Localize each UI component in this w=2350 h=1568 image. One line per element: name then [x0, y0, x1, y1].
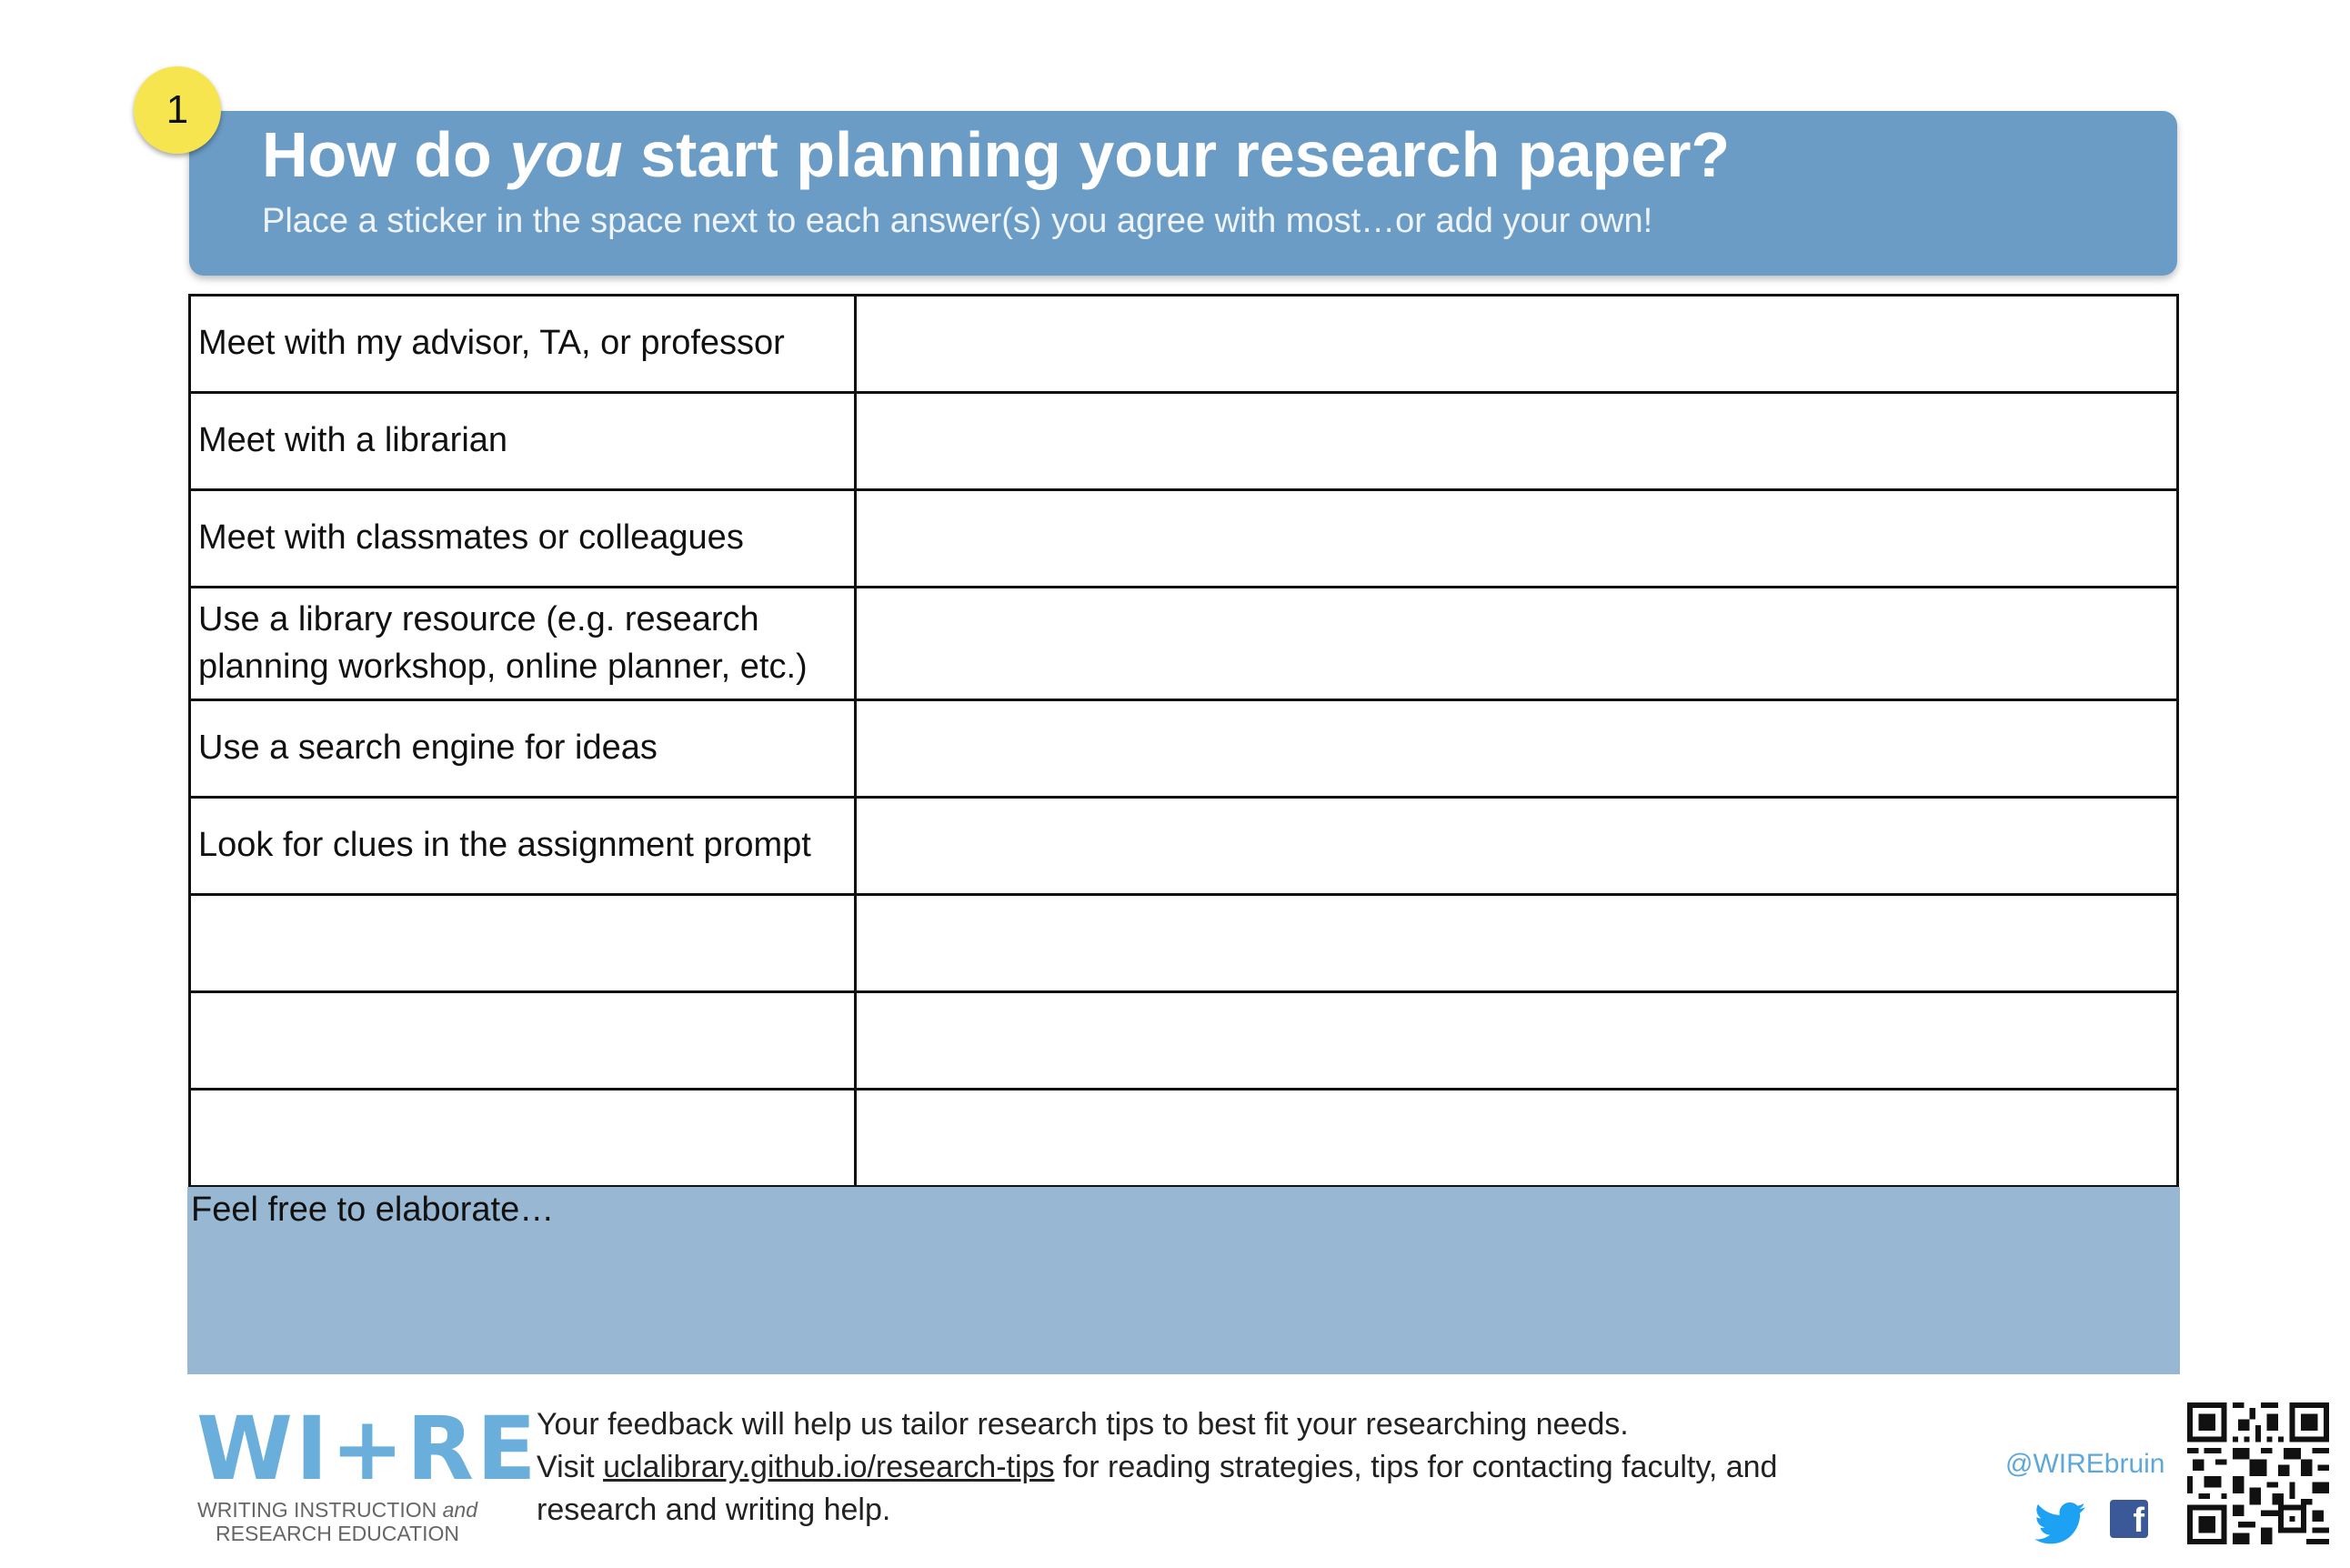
custom-answer-field[interactable]	[188, 990, 857, 1091]
sticker-space[interactable]	[854, 699, 2179, 799]
feedback-line: Your feedback will help us tailor resear…	[537, 1407, 1629, 1442]
custom-answer-field[interactable]	[188, 893, 857, 993]
custom-answer-field[interactable]	[188, 1088, 857, 1188]
answer-label: Use a library resource (e.g. research pl…	[188, 586, 857, 701]
title-part-after: start planning your research paper?	[622, 119, 1731, 190]
title-emphasis: you	[509, 119, 623, 190]
logo-tagline: WRITING INSTRUCTION and RESEARCH EDUCATI…	[196, 1498, 478, 1546]
logo-tagline-text: WRITING INSTRUCTION	[197, 1498, 443, 1522]
page-title: How do you start planning your research …	[262, 118, 1730, 191]
sticker-space[interactable]	[854, 893, 2179, 993]
twitter-icon[interactable]	[2034, 1501, 2085, 1546]
logo-wordmark: WI+RE	[196, 1398, 539, 1500]
logo-tagline-line2: RESEARCH EDUCATION	[216, 1522, 459, 1546]
sticker-space[interactable]	[854, 488, 2179, 588]
table-row: Use a library resource (e.g. research pl…	[188, 586, 2179, 701]
answer-label: Look for clues in the assignment prompt	[188, 796, 857, 896]
logo-tagline-emphasis: and	[442, 1498, 477, 1522]
sticker-space[interactable]	[854, 1088, 2179, 1188]
table-row: Meet with my advisor, TA, or professor	[188, 294, 2179, 394]
answers-table: Meet with my advisor, TA, or professor M…	[188, 294, 2179, 1188]
visit-prefix: Visit	[537, 1450, 604, 1484]
answer-label: Meet with my advisor, TA, or professor	[188, 294, 857, 394]
sticker-space[interactable]	[854, 796, 2179, 896]
question-number-badge: 1	[134, 66, 221, 154]
qr-code-icon	[2187, 1402, 2329, 1544]
research-tips-link[interactable]: uclalibrary.github.io/research-tips	[603, 1450, 1054, 1484]
table-row: Meet with classmates or colleagues	[188, 488, 2179, 588]
sticker-space[interactable]	[854, 990, 2179, 1091]
answer-label: Meet with classmates or colleagues	[188, 488, 857, 588]
twitter-handle[interactable]: @WIREbruin	[2005, 1449, 2165, 1480]
wire-logo: WI+RE WRITING INSTRUCTION and RESEARCH E…	[196, 1398, 539, 1546]
title-part-before: How do	[262, 119, 510, 190]
elaborate-label: Feel free to elaborate…	[191, 1191, 555, 1229]
table-row: Look for clues in the assignment prompt	[188, 796, 2179, 896]
logo-tagline-line1: WRITING INSTRUCTION and	[196, 1498, 478, 1522]
sticker-space[interactable]	[854, 391, 2179, 491]
sticker-space[interactable]	[854, 294, 2179, 394]
table-row: Use a search engine for ideas	[188, 699, 2179, 799]
sticker-space[interactable]	[854, 586, 2179, 701]
table-row	[188, 1088, 2179, 1188]
question-banner: How do you start planning your research …	[189, 111, 2177, 276]
table-row	[188, 893, 2179, 993]
table-row: Meet with a librarian	[188, 391, 2179, 491]
table-row	[188, 990, 2179, 1091]
visit-line: Visit uclalibrary.github.io/research-tip…	[537, 1446, 1901, 1532]
page-subtitle: Place a sticker in the space next to eac…	[262, 202, 1653, 240]
facebook-icon[interactable]: f	[2110, 1500, 2148, 1538]
answer-label: Meet with a librarian	[188, 391, 857, 491]
answer-label: Use a search engine for ideas	[188, 699, 857, 799]
footer-text: Your feedback will help us tailor resear…	[537, 1403, 1901, 1532]
elaborate-panel[interactable]: Feel free to elaborate…	[187, 1187, 2180, 1374]
